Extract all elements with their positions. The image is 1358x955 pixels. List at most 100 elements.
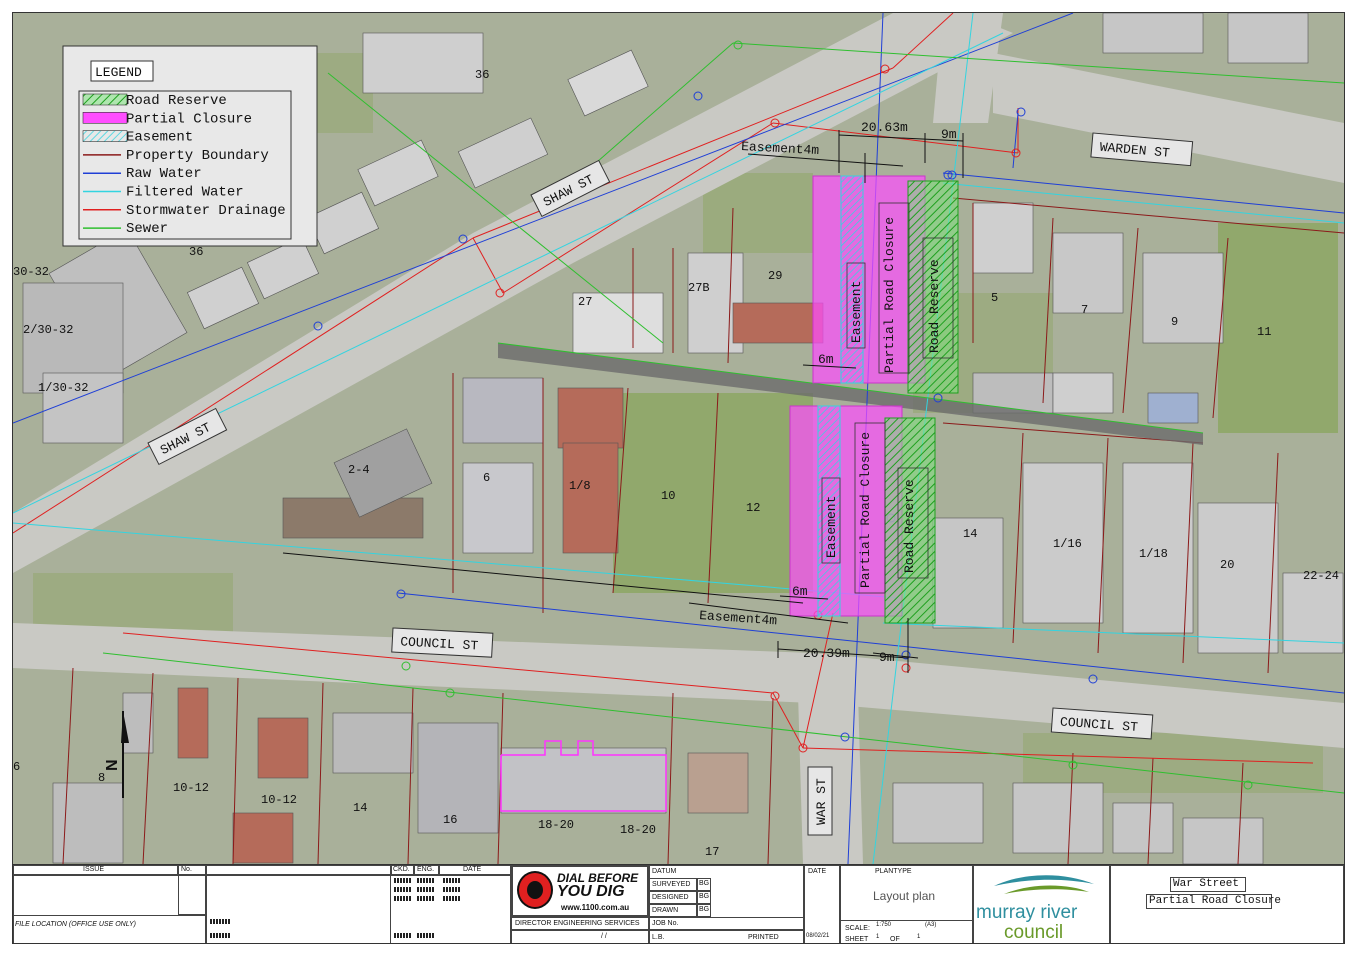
legend-item-label: Stormwater Drainage (126, 203, 286, 219)
tb-paper: (A3) (925, 922, 937, 928)
tb-ckd: CKD. (393, 866, 410, 873)
tb-slash: / / (601, 933, 607, 940)
legend-item-label: Road Reserve (126, 93, 227, 109)
lot-number: 6 (483, 471, 490, 485)
lot-number: 10 (661, 489, 675, 503)
legend-item-label: Easement (126, 130, 193, 146)
tb-lb: L.B. (652, 934, 665, 941)
lot-number: 1/8 (569, 479, 591, 493)
legend-swatch-2 (82, 130, 128, 142)
lot-number: 36 (475, 68, 489, 82)
svg-text:N: N (104, 759, 121, 771)
lot-number: 5 (991, 291, 998, 305)
legend: LEGEND Road Reserve Partial Closure Easeme… (62, 45, 318, 247)
legend-swatch-0 (82, 93, 128, 106)
tb-surveyed-value: BG (699, 880, 710, 887)
council-name-line2: council (1004, 922, 1064, 943)
lot-number: 27 (578, 295, 592, 309)
street-label-war: WAR ST (814, 778, 829, 825)
zone-label-easement-south: Easement (824, 496, 839, 558)
lot-number: 2-4 (348, 463, 370, 477)
legend-title: LEGEND (95, 65, 142, 80)
zone-label-reserve-north: Road Reserve (927, 259, 942, 353)
tb-eng: ENG. (417, 866, 435, 873)
title-block: ISSUE No. CKD. ENG. DATE FILE LOCATION (… (13, 864, 1344, 943)
lot-number: 2/30-32 (23, 323, 73, 337)
lot-number: 1/30-32 (38, 381, 88, 395)
dbyd-line2: YOU DIG (557, 883, 625, 900)
tb-printed: PRINTED (748, 934, 779, 941)
lot-number: 29 (768, 269, 782, 283)
lot-number: 6 (13, 760, 20, 774)
dimension-north-reserve: 9m (941, 127, 957, 142)
lot-number: 30-32 (13, 265, 49, 279)
council-name-line1: murray river (976, 902, 1078, 923)
drawing-sheet: Easement Partial Road Closure Road Reser… (12, 12, 1345, 944)
lot-number: 10-12 (173, 781, 209, 795)
legend-item-label: Property Boundary (126, 148, 269, 164)
tb-of: OF (890, 936, 900, 943)
zone-label-closure-south: Partial Road Closure (858, 432, 873, 588)
dimension-north-6m: 6m (818, 352, 834, 367)
tb-no: No. (181, 866, 192, 873)
tb-plantype: PLANTYPE (875, 868, 912, 875)
lot-number: 18-20 (538, 818, 574, 832)
dimension-south-width: 20.39m (803, 646, 850, 661)
project-title-line1: War Street (1173, 878, 1240, 890)
lot-number: 1/18 (1139, 547, 1168, 561)
tb-designed-value: BG (699, 893, 710, 900)
dbyd-icon (517, 871, 553, 909)
tb-director: DIRECTOR ENGINEERING SERVICES (515, 920, 640, 927)
tb-job-no: JOB No. (652, 920, 679, 927)
tb-surveyed: SURVEYED (652, 881, 691, 888)
legend-item-label: Partial Closure (126, 111, 252, 127)
tb-datum: DATUM (652, 868, 677, 875)
lot-number: 11 (1257, 325, 1271, 339)
dbyd-box: DIAL BEFORE YOU DIG www.1100.com.au (511, 865, 649, 917)
tb-issue: ISSUE (83, 866, 105, 873)
zone-label-closure-north: Partial Road Closure (882, 217, 897, 373)
lot-number: 16 (443, 813, 457, 827)
lot-number: 12 (746, 501, 760, 515)
dimension-south-6m: 6m (792, 584, 808, 599)
tb-plantype-value: Layout plan (873, 889, 936, 903)
lot-number: 7 (1081, 303, 1088, 317)
tb-sheet: SHEET (845, 936, 869, 943)
tb-drawn-value: BG (699, 906, 710, 913)
lot-number: 1/16 (1053, 537, 1082, 551)
dimension-north-width: 20.63m (861, 120, 908, 135)
tb-scale: SCALE: (845, 925, 870, 932)
legend-item-label: Sewer (126, 221, 168, 237)
lot-number: 9 (1171, 315, 1178, 329)
lot-number: 10-12 (261, 793, 297, 807)
lot-number: 27B (688, 281, 710, 295)
council-logo: murray river council (973, 865, 1110, 943)
lot-number: 20 (1220, 558, 1234, 572)
lot-number: 14 (353, 801, 367, 815)
aerial-map: Easement Partial Road Closure Road Reser… (13, 13, 1344, 864)
lot-number: 17 (705, 845, 719, 859)
legend-item-label: Raw Water (126, 166, 202, 182)
dbyd-url: www.1100.com.au (561, 903, 630, 912)
lot-number: 22-24 (1303, 569, 1339, 583)
dimension-south-reserve: 9m (879, 650, 895, 665)
tb-designed: DESIGNED (652, 894, 689, 901)
lot-number: 8 (98, 771, 105, 785)
lot-number: 36 (189, 245, 203, 259)
tb-date2: DATE (808, 868, 827, 875)
zone-label-easement-north: Easement (849, 281, 864, 343)
tb-date-value: 08/02/21 (806, 933, 830, 939)
easement-north (840, 175, 864, 384)
tb-scale-value: 1:750 (876, 922, 892, 928)
project-title-line2: Partial Road Closure (1149, 895, 1282, 907)
tb-date: DATE (463, 866, 482, 873)
tb-drawn: DRAWN (652, 907, 679, 914)
tb-sheet-total: 1 (917, 934, 921, 940)
legend-item-label: Filtered Water (126, 185, 244, 201)
legend-swatch-1 (82, 112, 128, 124)
tb-sheet-no: 1 (876, 934, 880, 940)
zone-label-reserve-south: Road Reserve (902, 479, 917, 573)
lot-number: 18-20 (620, 823, 656, 837)
lot-number: 14 (963, 527, 977, 541)
tb-file-location: FILE LOCATION (OFFICE USE ONLY) (15, 921, 136, 928)
